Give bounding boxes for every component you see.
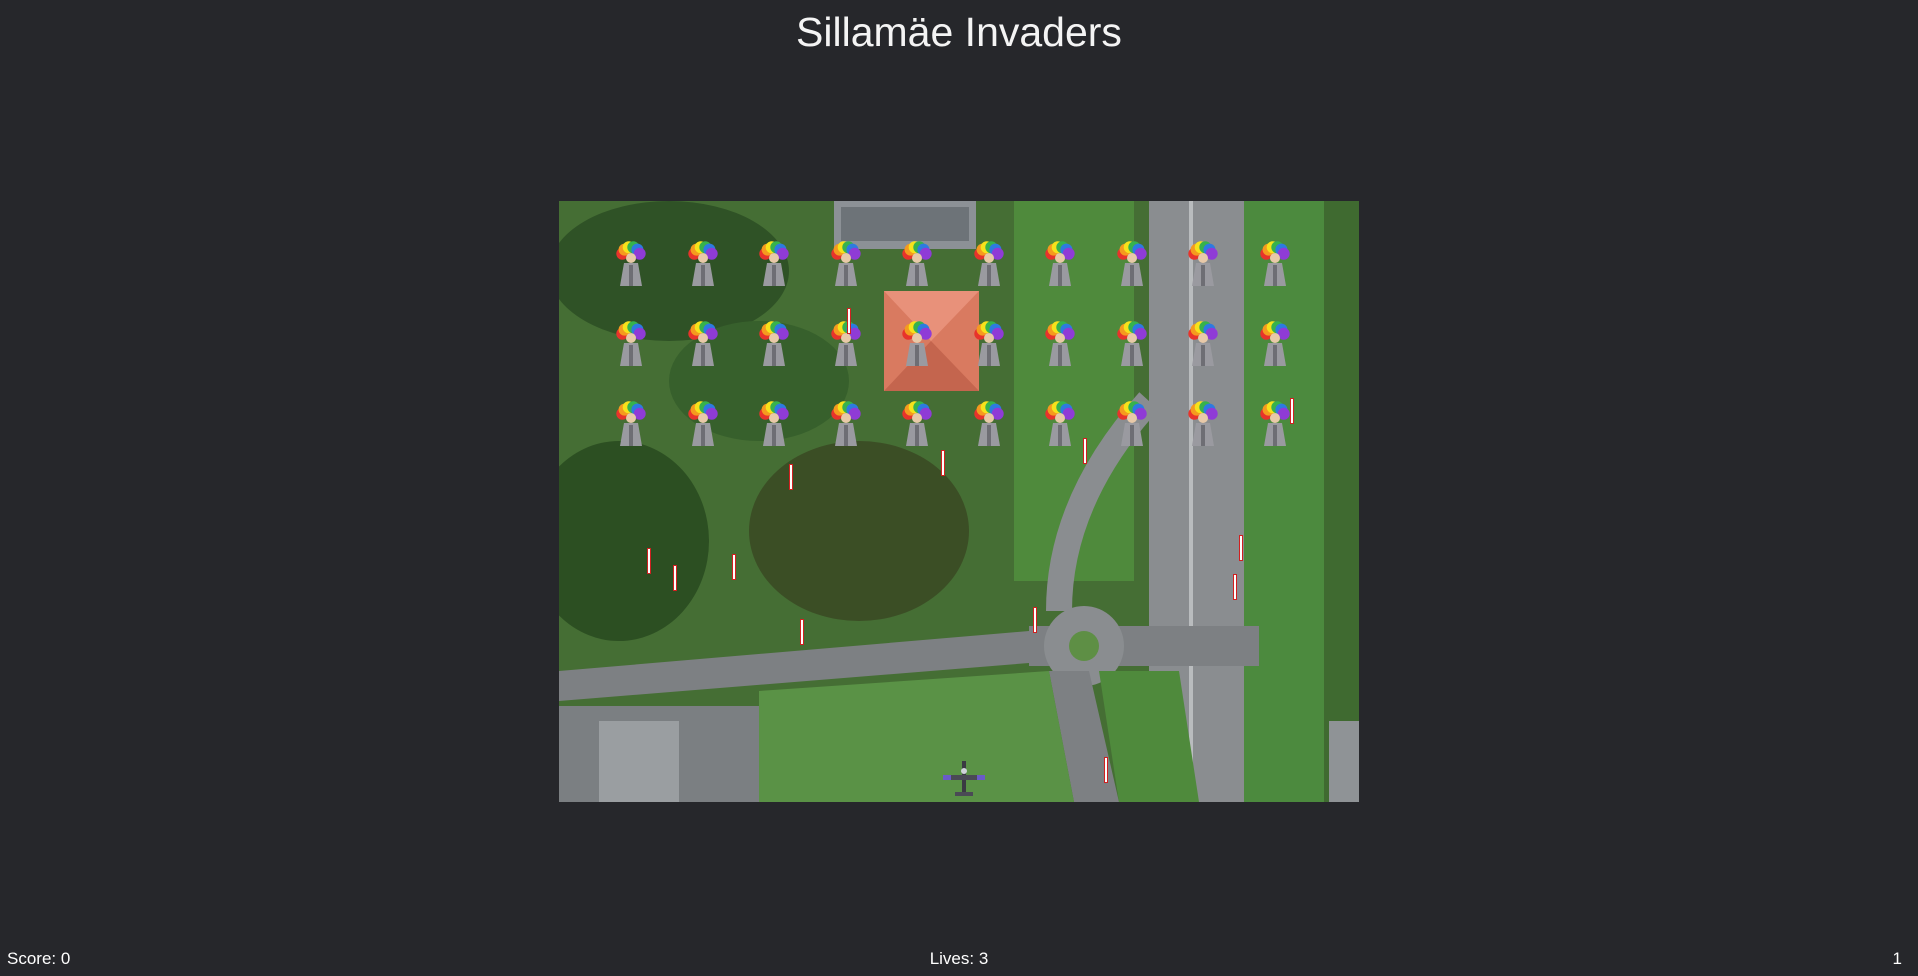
rainbow-haired-invader-icon [1259, 321, 1290, 366]
rainbow-haired-invader-icon [1188, 321, 1218, 366]
enemy-bullet [647, 548, 651, 574]
rainbow-haired-invader-icon [830, 321, 861, 366]
rainbow-haired-invader-icon [902, 321, 932, 366]
rainbow-haired-invader-icon [1116, 321, 1147, 366]
rainbow-haired-invader-icon [687, 241, 718, 286]
enemy-bullet [789, 464, 793, 490]
rainbow-haired-invader-icon [616, 401, 646, 446]
game-title: Sillamäe Invaders [796, 9, 1122, 55]
game-canvas[interactable] [559, 201, 1359, 802]
enemy-bullet [1083, 438, 1087, 464]
rainbow-haired-invader-icon [902, 241, 932, 286]
rainbow-haired-invader-icon [1116, 401, 1147, 446]
rainbow-haired-invader-icon [687, 321, 718, 366]
lives-counter: Lives: 3 [929, 949, 989, 968]
rainbow-haired-invader-icon [973, 241, 1004, 286]
rainbow-haired-invader-icon [759, 401, 789, 446]
rainbow-haired-invader-icon [1045, 241, 1075, 286]
rainbow-haired-invader-icon [687, 401, 718, 446]
rainbow-haired-invader-icon [1116, 241, 1147, 286]
rainbow-haired-invader-icon [973, 401, 1004, 446]
enemy-bullet [1233, 574, 1237, 600]
rainbow-haired-invader-icon [1188, 241, 1218, 286]
rainbow-haired-invader-icon [1045, 401, 1075, 446]
rainbow-haired-invader-icon [1259, 241, 1290, 286]
enemy-bullet [1239, 535, 1243, 561]
rainbow-haired-invader-icon [902, 401, 932, 446]
enemy-bullet [1104, 757, 1108, 783]
rainbow-haired-invader-icon [616, 241, 646, 286]
rainbow-haired-invader-icon [616, 321, 646, 366]
enemy-bullet [1033, 607, 1037, 633]
rainbow-haired-invader-icon [973, 321, 1004, 366]
level-indicator: 1 [1892, 949, 1902, 968]
enemy-bullet [847, 308, 851, 334]
rainbow-haired-invader-icon [759, 321, 789, 366]
enemy-bullet [673, 565, 677, 591]
enemy-bullet [1290, 398, 1294, 424]
rainbow-haired-invader-icon [1045, 321, 1075, 366]
rainbow-haired-invader-icon [830, 241, 861, 286]
enemy-bullet [941, 450, 945, 476]
aerial-map-background [559, 201, 1359, 802]
fighter-plane-icon[interactable] [941, 759, 987, 799]
rainbow-haired-invader-icon [759, 241, 789, 286]
enemy-bullet [732, 554, 736, 580]
rainbow-haired-invader-icon [830, 401, 861, 446]
enemy-bullet [800, 619, 804, 645]
rainbow-haired-invader-icon [1259, 401, 1290, 446]
rainbow-haired-invader-icon [1188, 401, 1218, 446]
